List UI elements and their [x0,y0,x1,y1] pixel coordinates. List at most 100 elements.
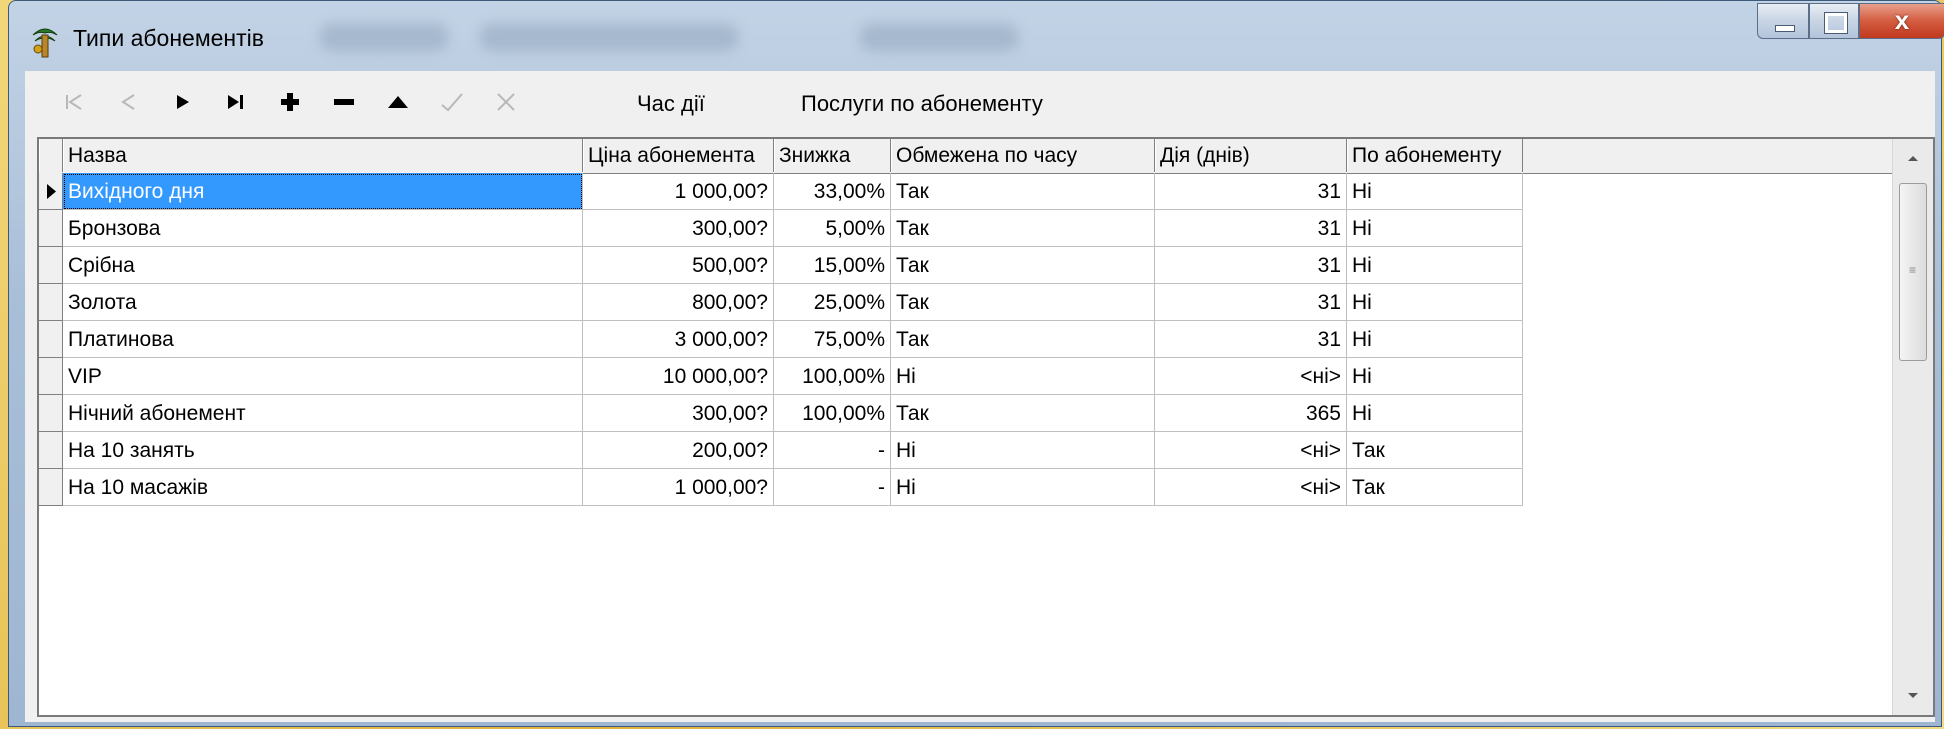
cell-duration[interactable]: <ні> [1155,432,1347,469]
header-time-limited[interactable]: Обмежена по часу [891,139,1155,172]
cell-duration[interactable]: 31 [1155,210,1347,247]
cell-by-subscription[interactable]: Ні [1347,358,1523,395]
subscriptions-grid[interactable]: Назва Ціна абонемента Знижка Обмежена по… [37,137,1935,717]
title-bar[interactable]: Типи абонементів x [9,1,1944,71]
cell-discount[interactable]: 75,00% [774,321,891,358]
cancel-record-button[interactable] [485,81,527,123]
header-by-subscription[interactable]: По абонементу [1347,139,1523,172]
cell-by-subscription[interactable]: Ні [1347,321,1523,358]
next-record-button[interactable] [161,81,203,123]
row-indicator[interactable] [39,358,63,395]
table-row[interactable]: Платинова 3 000,00? 75,00% Так 31 Ні [39,321,1893,358]
cell-time-limited[interactable]: Ні [891,432,1155,469]
cell-name[interactable]: VIP [63,358,583,395]
header-duration-days[interactable]: Дія (днів) [1155,139,1347,172]
vertical-scrollbar[interactable]: ≡ [1892,139,1933,715]
cell-price[interactable]: 200,00? [583,432,774,469]
cell-discount[interactable]: 5,00% [774,210,891,247]
row-indicator[interactable] [39,210,63,247]
cell-by-subscription[interactable]: Ні [1347,395,1523,432]
cell-name[interactable]: Нічний абонемент [63,395,583,432]
scrollbar-thumb[interactable]: ≡ [1899,183,1927,361]
table-row[interactable]: На 10 масажів 1 000,00? - Ні <ні> Так [39,469,1893,506]
header-discount[interactable]: Знижка [774,139,891,172]
cell-name[interactable]: Золота [63,284,583,321]
window-title: Типи абонементів [73,25,264,51]
cell-time-limited[interactable]: Так [891,321,1155,358]
cell-name[interactable]: Бронзова [63,210,583,247]
row-indicator[interactable] [39,284,63,321]
cell-discount[interactable]: - [774,432,891,469]
cell-discount[interactable]: 33,00% [774,173,891,210]
row-indicator[interactable] [39,469,63,506]
cell-duration[interactable]: 365 [1155,395,1347,432]
maximize-button[interactable] [1809,3,1859,39]
cell-price[interactable]: 500,00? [583,247,774,284]
cell-name[interactable]: Срібна [63,247,583,284]
scroll-down-button[interactable] [1893,677,1933,715]
table-row[interactable]: Золота 800,00? 25,00% Так 31 Ні [39,284,1893,321]
cell-duration[interactable]: <ні> [1155,469,1347,506]
cell-price[interactable]: 3 000,00? [583,321,774,358]
insert-record-button[interactable] [269,81,311,123]
cell-price[interactable]: 300,00? [583,210,774,247]
edit-record-button[interactable] [377,81,419,123]
cell-time-limited[interactable]: Так [891,284,1155,321]
table-row[interactable]: VIP 10 000,00? 100,00% Ні <ні> Ні [39,358,1893,395]
cell-discount[interactable]: 100,00% [774,358,891,395]
close-button[interactable]: x [1859,3,1944,39]
post-record-button[interactable] [431,81,473,123]
cell-discount[interactable]: 25,00% [774,284,891,321]
cell-by-subscription[interactable]: Так [1347,432,1523,469]
table-row[interactable]: Срібна 500,00? 15,00% Так 31 Ні [39,247,1893,284]
cell-time-limited[interactable]: Ні [891,469,1155,506]
cell-by-subscription[interactable]: Ні [1347,247,1523,284]
cell-duration[interactable]: <ні> [1155,358,1347,395]
cell-duration[interactable]: 31 [1155,173,1347,210]
delete-record-button[interactable] [323,81,365,123]
cell-price[interactable]: 800,00? [583,284,774,321]
cell-by-subscription[interactable]: Ні [1347,210,1523,247]
cell-price[interactable]: 10 000,00? [583,358,774,395]
header-name[interactable]: Назва [63,139,583,172]
row-indicator[interactable] [39,432,63,469]
cell-price[interactable]: 1 000,00? [583,173,774,210]
cell-discount[interactable]: 100,00% [774,395,891,432]
cell-duration[interactable]: 31 [1155,284,1347,321]
row-indicator[interactable] [39,321,63,358]
cell-time-limited[interactable]: Так [891,395,1155,432]
cell-name[interactable]: Платинова [63,321,583,358]
cell-by-subscription[interactable]: Так [1347,469,1523,506]
table-row[interactable]: Бронзова 300,00? 5,00% Так 31 Ні [39,210,1893,247]
cell-discount[interactable]: 15,00% [774,247,891,284]
services-button[interactable]: Послуги по абонементу [801,91,1043,117]
last-record-button[interactable] [215,81,257,123]
prior-record-button[interactable] [107,81,149,123]
table-row[interactable]: Вихідного дня 1 000,00? 33,00% Так 31 Ні [39,173,1893,210]
cell-time-limited[interactable]: Ні [891,358,1155,395]
row-indicator[interactable] [39,173,63,210]
cell-name[interactable]: На 10 масажів [63,469,583,506]
cell-duration[interactable]: 31 [1155,247,1347,284]
cell-price[interactable]: 1 000,00? [583,469,774,506]
cell-time-limited[interactable]: Так [891,247,1155,284]
scroll-up-button[interactable] [1893,139,1933,177]
row-indicator[interactable] [39,395,63,432]
table-row[interactable]: Нічний абонемент 300,00? 100,00% Так 365 Ні [39,395,1893,432]
cell-by-subscription[interactable]: Ні [1347,173,1523,210]
cell-time-limited[interactable]: Так [891,173,1155,210]
cell-by-subscription[interactable]: Ні [1347,284,1523,321]
first-record-button[interactable] [53,81,95,123]
cell-time-limited[interactable]: Так [891,210,1155,247]
row-indicator[interactable] [39,247,63,284]
cell-name[interactable]: На 10 занять [63,432,583,469]
header-price[interactable]: Ціна абонемента [583,139,774,172]
table-row[interactable]: На 10 занять 200,00? - Ні <ні> Так [39,432,1893,469]
cell-duration[interactable]: 31 [1155,321,1347,358]
cell-price[interactable]: 300,00? [583,395,774,432]
action-time-button[interactable]: Час дії [637,91,705,117]
cell-discount[interactable]: - [774,469,891,506]
client-area: Час дії Послуги по абонементу Назва Ціна… [25,71,1935,722]
cell-name[interactable]: Вихідного дня [63,173,583,210]
minimize-button[interactable] [1757,3,1809,39]
